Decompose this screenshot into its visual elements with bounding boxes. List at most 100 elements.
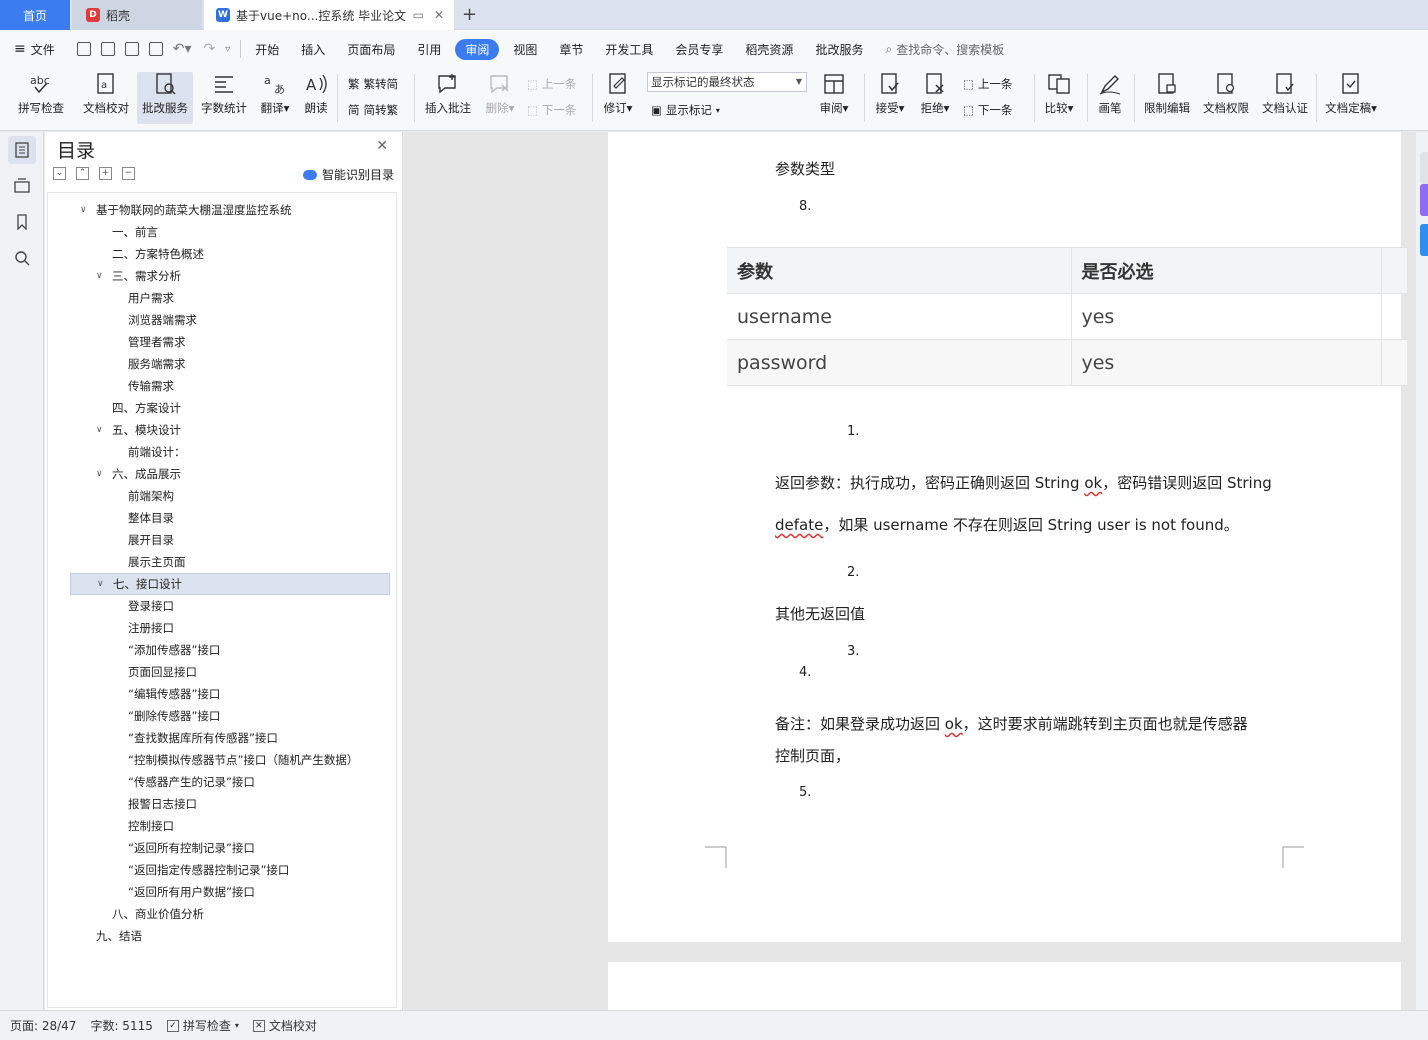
menu-daoke-resources[interactable]: 稻壳资源	[745, 41, 793, 58]
toc-item[interactable]: ∨ 七、接口设计	[70, 573, 390, 595]
menu-developer[interactable]: 开发工具	[605, 41, 653, 58]
toc-item[interactable]: 四、方案设计	[70, 397, 390, 419]
doc-certify-button[interactable]: 文档认证	[1259, 72, 1311, 124]
toc-item[interactable]: “编辑传感器”接口	[70, 683, 390, 705]
translate-button[interactable]: aあ 翻译▾	[255, 72, 295, 124]
accept-button[interactable]: 接受▾	[871, 72, 909, 124]
chevron-down-icon[interactable]: ∨	[96, 271, 103, 281]
next-change-button[interactable]: ⬚ 下一条	[963, 100, 1012, 120]
revise-button[interactable]: 修订▾	[600, 72, 636, 124]
new-tab-icon[interactable]: +	[462, 4, 477, 25]
word-count-indicator[interactable]: 字数: 5115	[90, 1017, 152, 1034]
tab-document[interactable]: W 基于vue+no...控系统 毕业论文 ▭ ✕	[204, 0, 454, 30]
simp-to-trad-button[interactable]: 简简转繁	[348, 100, 398, 120]
menu-view[interactable]: 视图	[513, 41, 537, 58]
toc-item[interactable]: ∨ 六、成品展示	[70, 463, 390, 485]
toc-item[interactable]: 用户需求	[70, 287, 390, 309]
collapse-all-icon[interactable]: −	[122, 167, 135, 180]
toc-item[interactable]: 控制接口	[70, 815, 390, 837]
toc-item[interactable]: ∨ 基于物联网的蔬菜大棚温湿度监控系统	[70, 199, 390, 221]
menu-member[interactable]: 会员专享	[675, 41, 723, 58]
reject-button[interactable]: 拒绝▾	[916, 72, 954, 124]
quick-access-dropdown-icon[interactable]: ▿	[225, 44, 230, 55]
chevron-down-icon[interactable]: ∨	[97, 579, 104, 589]
toc-item[interactable]: “查找数据库所有传感器”接口	[70, 727, 390, 749]
insert-comment-button[interactable]: 插入批注	[420, 72, 476, 124]
chapter-nav-icon[interactable]	[8, 172, 36, 200]
toc-item[interactable]: “返回所有控制记录”接口	[70, 837, 390, 859]
status-doc-proof[interactable]: ✕ 文档校对	[252, 1017, 317, 1034]
toc-panel-icon[interactable]	[8, 136, 36, 164]
float-window-icon[interactable]: ▭	[413, 8, 424, 22]
pen-button[interactable]: 画笔	[1094, 72, 1126, 124]
export-pdf-icon[interactable]	[100, 42, 115, 56]
menu-correction[interactable]: 批改服务	[815, 41, 863, 58]
doc-proof-button[interactable]: a 文档校对	[79, 72, 133, 124]
expand-level-icon[interactable]: ⌃	[76, 167, 89, 180]
toc-item[interactable]: 登录接口	[70, 595, 390, 617]
side-tool-tab[interactable]	[1420, 224, 1428, 256]
smart-toc-button[interactable]: 智能识别目录	[302, 166, 394, 183]
toc-item[interactable]: 注册接口	[70, 617, 390, 639]
menu-references[interactable]: 引用	[417, 41, 441, 58]
close-tab-icon[interactable]: ✕	[434, 8, 444, 22]
menu-start[interactable]: 开始	[255, 41, 279, 58]
spell-error[interactable]: ok	[945, 715, 963, 733]
toc-item[interactable]: 浏览器端需求	[70, 309, 390, 331]
undo-icon[interactable]: ↶▾	[173, 41, 192, 57]
next-comment-button[interactable]: ⬚ 下一条	[527, 100, 576, 120]
toc-item[interactable]: ∨ 五、模块设计	[70, 419, 390, 441]
command-search[interactable]: ⌕ 查找命令、搜索模板	[885, 41, 1004, 58]
word-count-button[interactable]: 字数统计	[198, 72, 250, 124]
toc-item[interactable]: 前端设计：	[70, 441, 390, 463]
bookmark-icon[interactable]	[8, 208, 36, 236]
toc-item[interactable]: ∨ 三、需求分析	[70, 265, 390, 287]
collapse-level-icon[interactable]: ⌄	[53, 167, 66, 180]
toc-item[interactable]: “控制模拟传感器节点”接口（随机产生数据）	[70, 749, 390, 771]
doc-finalize-button[interactable]: 文档定稿▾	[1322, 72, 1380, 124]
document-page[interactable]: 参数类型 8. 参数 是否必选 username yes password ye…	[608, 132, 1407, 942]
toc-item[interactable]: 一、前言	[70, 221, 390, 243]
menu-layout[interactable]: 页面布局	[347, 41, 395, 58]
doc-permission-button[interactable]: 文档权限	[1200, 72, 1252, 124]
menu-review[interactable]: 审阅	[455, 38, 500, 60]
delete-comment-button[interactable]: 删除▾	[481, 72, 519, 124]
menu-section[interactable]: 章节	[559, 41, 583, 58]
spell-error[interactable]: ok	[1084, 474, 1102, 492]
document-page[interactable]	[608, 962, 1401, 1010]
toc-item[interactable]: 前端架构	[70, 485, 390, 507]
toc-item[interactable]: 管理者需求	[70, 331, 390, 353]
page-indicator[interactable]: 页面: 28/47	[10, 1017, 76, 1034]
side-tool-tab[interactable]	[1420, 152, 1428, 184]
show-markup-button[interactable]: ▣ 显示标记 ▾	[651, 100, 720, 120]
chevron-down-icon[interactable]: ∨	[96, 469, 103, 479]
expand-all-icon[interactable]: +	[99, 167, 112, 180]
document-area[interactable]: 参数类型 8. 参数 是否必选 username yes password ye…	[404, 132, 1416, 1010]
compare-button[interactable]: 比较▾	[1040, 72, 1078, 124]
chevron-down-icon[interactable]: ∨	[80, 205, 87, 215]
toc-item[interactable]: 服务端需求	[70, 353, 390, 375]
status-spell-check[interactable]: ✓ 拼写检查 ▾	[166, 1017, 239, 1034]
toc-item[interactable]: 传输需求	[70, 375, 390, 397]
prev-comment-button[interactable]: ⬚ 上一条	[527, 74, 576, 94]
search-icon[interactable]	[8, 244, 36, 272]
save-icon[interactable]	[76, 42, 91, 56]
toc-item[interactable]: “传感器产生的记录”接口	[70, 771, 390, 793]
toc-item[interactable]: 展示主页面	[70, 551, 390, 573]
restrict-edit-button[interactable]: 限制编辑	[1141, 72, 1193, 124]
print-preview-icon[interactable]	[148, 42, 163, 56]
toc-item[interactable]: “返回所有用户数据”接口	[70, 881, 390, 903]
markup-state-select[interactable]: 显示标记的最终状态 ▼	[647, 72, 807, 92]
toc-item[interactable]: “返回指定传感器控制记录”接口	[70, 859, 390, 881]
toc-item[interactable]: “删除传感器”接口	[70, 705, 390, 727]
redo-icon[interactable]: ↷	[204, 41, 216, 57]
file-menu[interactable]: ≡ 文件	[14, 41, 55, 58]
read-aloud-button[interactable]: A 朗读	[300, 72, 332, 124]
print-icon[interactable]	[124, 42, 139, 56]
trad-to-simp-button[interactable]: 繁繁转简	[348, 74, 398, 94]
menu-insert[interactable]: 插入	[301, 41, 325, 58]
toc-item[interactable]: 二、方案特色概述	[70, 243, 390, 265]
toc-item[interactable]: 八、商业价值分析	[70, 903, 390, 925]
toc-item[interactable]: 九、结语	[70, 925, 390, 947]
chevron-down-icon[interactable]: ∨	[96, 425, 103, 435]
